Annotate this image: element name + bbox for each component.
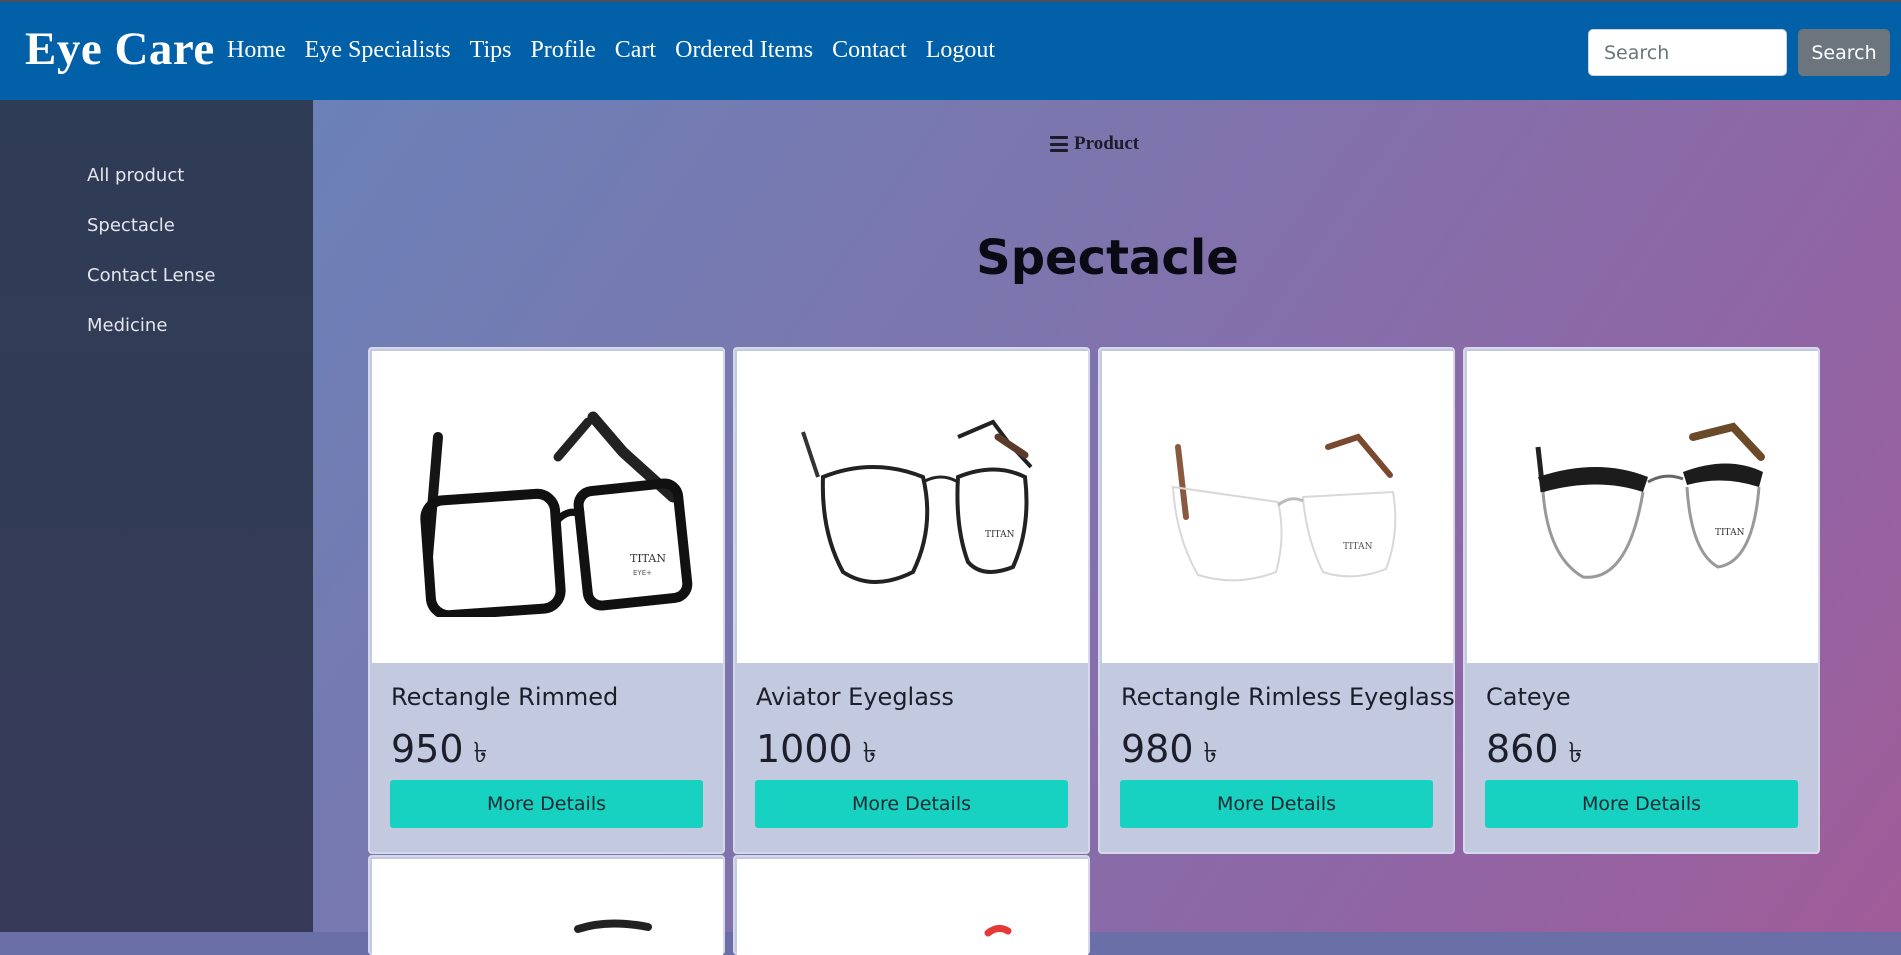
main-content: Product Spectacle TITAN EYE+ Rectangle R… bbox=[313, 100, 1901, 955]
product-name: Rectangle Rimless Eyeglass bbox=[1121, 683, 1455, 711]
browline-glasses-icon: TITAN bbox=[1535, 422, 1765, 579]
product-card: TITAN EYE+ Rectangle Rimmed 950 ৳ More De… bbox=[368, 347, 725, 854]
more-details-button[interactable]: More Details bbox=[1120, 780, 1433, 828]
product-price: 980 ৳ bbox=[1121, 727, 1217, 778]
hamburger-menu-icon bbox=[1050, 136, 1068, 152]
sidebar: All product Spectacle Contact Lense Medi… bbox=[0, 100, 313, 932]
currency-symbol: ৳ bbox=[1203, 736, 1218, 769]
more-details-button[interactable]: More Details bbox=[390, 780, 703, 828]
nav-logout[interactable]: Logout bbox=[926, 37, 995, 64]
section-title: Spectacle bbox=[976, 230, 1239, 286]
svg-text:TITAN: TITAN bbox=[985, 530, 1015, 540]
black-rectangle-glasses-icon: TITAN EYE+ bbox=[419, 411, 692, 617]
product-card bbox=[733, 855, 1090, 955]
top-navbar: Eye Care Home Eye Specialists Tips Profi… bbox=[0, 0, 1901, 100]
nav-profile[interactable]: Profile bbox=[530, 37, 595, 64]
product-image[interactable]: TITAN bbox=[737, 351, 1088, 663]
round-metal-glasses-icon: TITAN bbox=[800, 419, 1032, 584]
nav-cart[interactable]: Cart bbox=[615, 37, 656, 64]
search-button[interactable]: Search bbox=[1798, 29, 1890, 76]
currency-symbol: ৳ bbox=[473, 736, 488, 769]
product-card: TITAN Cateye 860 ৳ More Details bbox=[1463, 347, 1820, 854]
sidebar-item-all-product[interactable]: All product bbox=[87, 165, 184, 186]
nav-ordered-items[interactable]: Ordered Items bbox=[675, 37, 813, 64]
price-value: 1000 bbox=[756, 727, 853, 771]
svg-text:EYE+: EYE+ bbox=[633, 569, 652, 577]
nav-links: Home Eye Specialists Tips Profile Cart O… bbox=[227, 37, 995, 64]
svg-text:TITAN: TITAN bbox=[630, 552, 666, 565]
price-value: 980 bbox=[1121, 727, 1194, 771]
more-details-button[interactable]: More Details bbox=[755, 780, 1068, 828]
nav-contact[interactable]: Contact bbox=[832, 37, 907, 64]
product-menu-toggle[interactable]: Product bbox=[1050, 133, 1139, 155]
product-image[interactable]: TITAN EYE+ bbox=[372, 351, 723, 663]
more-details-button[interactable]: More Details bbox=[1485, 780, 1798, 828]
nav-eye-specialists[interactable]: Eye Specialists bbox=[305, 37, 451, 64]
nav-home[interactable]: Home bbox=[227, 37, 286, 64]
product-name: Rectangle Rimmed bbox=[391, 683, 619, 711]
product-toggle-label: Product bbox=[1074, 133, 1140, 154]
currency-symbol: ৳ bbox=[1568, 736, 1583, 769]
rimless-glasses-icon: TITAN bbox=[1171, 433, 1396, 582]
svg-text:TITAN: TITAN bbox=[1343, 542, 1373, 552]
brand-logo[interactable]: Eye Care bbox=[25, 22, 215, 76]
price-value: 950 bbox=[391, 727, 464, 771]
sidebar-item-spectacle[interactable]: Spectacle bbox=[87, 215, 175, 236]
product-image[interactable]: TITAN bbox=[1102, 351, 1453, 663]
svg-text:TITAN: TITAN bbox=[1715, 528, 1745, 538]
product-image[interactable] bbox=[372, 859, 723, 955]
product-price: 1000 ৳ bbox=[756, 727, 877, 778]
search-input[interactable] bbox=[1588, 29, 1787, 76]
sidebar-item-medicine[interactable]: Medicine bbox=[87, 315, 167, 336]
product-card bbox=[368, 855, 725, 955]
glasses-icon bbox=[573, 919, 652, 933]
product-name: Aviator Eyeglass bbox=[756, 683, 954, 711]
sidebar-item-contact-lense[interactable]: Contact Lense bbox=[87, 265, 215, 286]
nav-tips[interactable]: Tips bbox=[470, 37, 512, 64]
product-card: TITAN Rectangle Rimless Eyeglass 980 ৳ Mo… bbox=[1098, 347, 1455, 854]
product-image[interactable]: TITAN bbox=[1467, 351, 1818, 663]
product-card: TITAN Aviator Eyeglass 1000 ৳ More Detail… bbox=[733, 347, 1090, 854]
product-price: 860 ৳ bbox=[1486, 727, 1582, 778]
product-image[interactable] bbox=[737, 859, 1088, 955]
product-name: Cateye bbox=[1486, 683, 1571, 711]
product-price: 950 ৳ bbox=[391, 727, 487, 778]
price-value: 860 bbox=[1486, 727, 1559, 771]
glasses-icon bbox=[984, 924, 1011, 937]
currency-symbol: ৳ bbox=[862, 736, 877, 769]
